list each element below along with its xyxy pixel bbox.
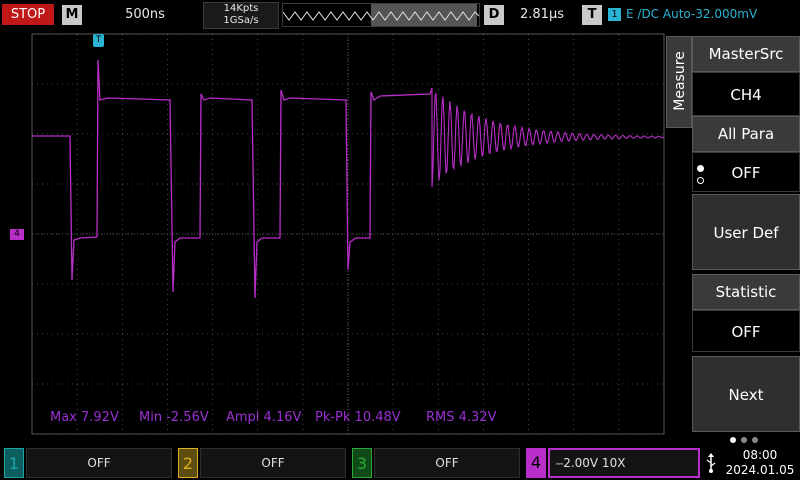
trigger-settings[interactable]: E /DC Auto-32.000mV (626, 7, 757, 21)
ch3-status[interactable]: OFF (374, 448, 520, 478)
measurement-pkpk: Pk-Pk 10.48V (315, 410, 401, 425)
delay-value[interactable]: 2.81μs (512, 7, 572, 22)
delay-key[interactable]: D (484, 5, 504, 25)
ch1-button[interactable]: 1 (4, 448, 24, 478)
trigger-source-badge: 1 (608, 8, 621, 21)
sample-rate: 1GSa/s (223, 15, 259, 26)
measurement-ampl: Ampl 4.16V (226, 410, 302, 425)
statistic-value[interactable]: OFF ▼ (692, 310, 800, 364)
timebase-value[interactable]: 500ns (110, 7, 180, 22)
memory-depth: 14Kpts (223, 3, 259, 14)
top-status-bar: STOP M 500ns 14Kpts 1GSa/s D 2.81μs T 1 … (0, 0, 800, 30)
all-para-value[interactable]: OFF (692, 152, 800, 192)
measure-menu-tab[interactable]: Measure (666, 36, 692, 128)
run-stop-button[interactable]: STOP (2, 4, 54, 25)
memory-overview (282, 3, 480, 27)
page-dot (741, 437, 747, 443)
page-dot-active (730, 437, 736, 443)
ch1-status[interactable]: OFF (26, 448, 172, 478)
all-para-state: OFF (731, 164, 761, 182)
statistic-label[interactable]: Statistic (692, 274, 800, 310)
channel-status-bar: 1 OFF 2 OFF 3 OFF 4 ⎓2.00V 10X 08:00 202… (0, 446, 800, 480)
radio-on-icon (697, 165, 704, 172)
user-define-button[interactable]: User Def (692, 194, 800, 270)
page-indicator (728, 436, 768, 444)
ch2-button[interactable]: 2 (178, 448, 198, 478)
master-source-selected: CH4 (730, 86, 762, 104)
ch4-button[interactable]: 4 (526, 448, 546, 478)
measurement-min: Min -2.56V (139, 410, 209, 425)
all-para-label[interactable]: All Para (692, 116, 800, 152)
ch3-button[interactable]: 3 (352, 448, 372, 478)
ch4-scale: 2.00V 10X (563, 456, 626, 470)
next-page-button[interactable]: Next (692, 356, 800, 432)
trigger-key[interactable]: T (582, 5, 602, 25)
ch2-status[interactable]: OFF (200, 448, 346, 478)
measure-menu-title: Measure (672, 51, 688, 111)
statistic-state: OFF (731, 323, 761, 341)
clock-time: 08:00 (742, 448, 778, 462)
radio-off-icon (697, 177, 704, 184)
trigger-position-marker[interactable]: T (93, 34, 104, 47)
acquisition-info: 14Kpts 1GSa/s (203, 2, 279, 29)
measurement-max: Max 7.92V (50, 410, 119, 425)
memory-wave-icon (283, 11, 479, 21)
page-dot (752, 437, 758, 443)
timebase-key[interactable]: M (62, 5, 82, 25)
ch4-reference-marker[interactable]: 4 (10, 229, 24, 240)
ch4-waveform (32, 59, 665, 299)
waveform-display[interactable]: T 4 Max 7.92V Min -2.56V Ampl 4.16V Pk-P… (0, 30, 692, 446)
clock-date: 2024.01.05 (725, 463, 795, 477)
usb-icon (706, 453, 716, 473)
measurement-rms: RMS 4.32V (426, 410, 497, 425)
master-source-value[interactable]: CH4 ▼ (692, 72, 800, 127)
master-source-label[interactable]: MasterSrc (692, 36, 800, 72)
ch4-status[interactable]: ⎓2.00V 10X (548, 448, 700, 478)
